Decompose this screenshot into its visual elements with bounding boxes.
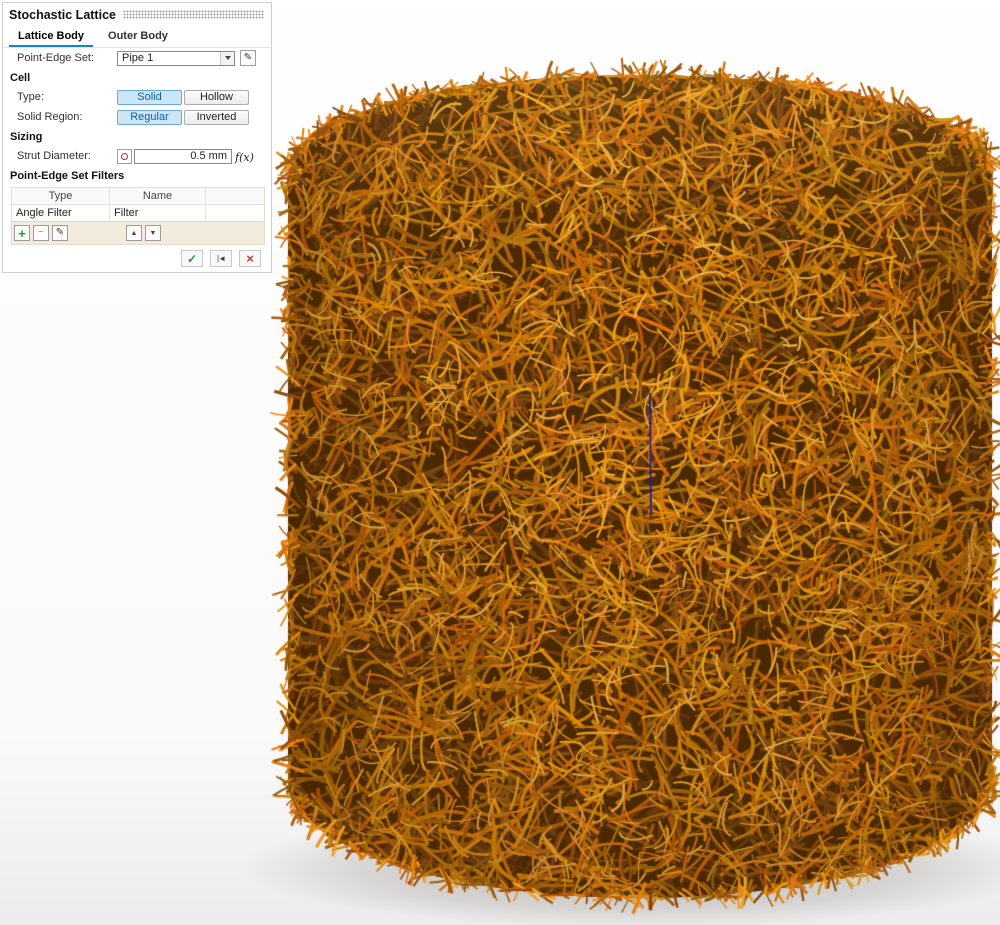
solid-region-toggle: Regular Inverted — [117, 110, 249, 125]
chevron-down-icon[interactable] — [220, 52, 234, 65]
dialog-actions: ✓ |◄ × — [3, 245, 271, 269]
plus-icon: + — [18, 227, 26, 240]
filters-group: Type Name Angle Filter Filter + − — [11, 187, 265, 245]
point-edge-set-label: Point-Edge Set: — [17, 52, 117, 64]
column-header-extra — [206, 188, 264, 204]
strut-diameter-input[interactable] — [134, 149, 232, 164]
filters-table-header: Type Name — [12, 188, 264, 205]
filter-extra-cell — [206, 205, 264, 221]
fx-icon: f(x) — [235, 151, 254, 164]
cell-type-label: Type: — [17, 91, 117, 103]
dialog-drag-handle[interactable] — [123, 10, 264, 19]
column-header-type[interactable]: Type — [12, 188, 110, 204]
point-edge-set-value: Pipe 1 — [118, 52, 220, 64]
cell-type-solid-button[interactable]: Solid — [117, 90, 182, 105]
filter-type-cell: Angle Filter — [12, 205, 110, 221]
cell-type-row: Type: Solid Hollow — [3, 87, 271, 107]
tab-outer-body[interactable]: Outer Body — [99, 28, 177, 47]
reset-button[interactable]: |◄ — [210, 250, 232, 267]
tab-bar: Lattice Body Outer Body — [3, 24, 271, 48]
ok-button[interactable]: ✓ — [181, 250, 203, 267]
table-row[interactable]: Angle Filter Filter — [12, 205, 264, 221]
minus-icon: − — [38, 228, 44, 238]
point-edge-set-combo[interactable]: Pipe 1 — [117, 51, 235, 66]
cell-section-header: Cell — [3, 68, 271, 87]
sizing-section-header: Sizing — [3, 127, 271, 146]
stochastic-lattice-dialog: Stochastic Lattice Lattice Body Outer Bo… — [2, 2, 272, 273]
point-edge-set-row: Point-Edge Set: Pipe 1 ✎ — [3, 48, 271, 68]
solid-region-inverted-button[interactable]: Inverted — [184, 110, 249, 125]
add-filter-button[interactable]: + — [14, 225, 30, 241]
edit-filter-button[interactable]: ✎ — [52, 225, 68, 241]
cancel-icon: × — [246, 251, 254, 266]
cell-type-toggle: Solid Hollow — [117, 90, 249, 105]
arrow-down-icon: ▼ — [150, 230, 157, 237]
strut-diameter-row: Strut Diameter: f(x) — [3, 146, 271, 166]
filters-toolbar: + − ✎ ▲ ▼ — [12, 222, 264, 242]
filters-section-header: Point-Edge Set Filters — [3, 166, 271, 185]
tab-lattice-body[interactable]: Lattice Body — [9, 28, 93, 47]
solid-region-regular-button[interactable]: Regular — [117, 110, 182, 125]
reset-icon: |◄ — [217, 254, 225, 263]
filters-table: Type Name Angle Filter Filter — [12, 188, 264, 222]
formula-button[interactable]: f(x) — [235, 149, 254, 164]
move-up-button[interactable]: ▲ — [126, 225, 142, 241]
cell-type-hollow-button[interactable]: Hollow — [184, 90, 249, 105]
dialog-header: Stochastic Lattice — [3, 3, 271, 24]
strut-diameter-label: Strut Diameter: — [17, 150, 117, 162]
column-header-name[interactable]: Name — [110, 188, 206, 204]
arrow-up-icon: ▲ — [131, 230, 138, 237]
edit-icon: ✎ — [56, 228, 64, 238]
solid-region-row: Solid Region: Regular Inverted — [3, 107, 271, 127]
edit-icon: ✎ — [244, 53, 252, 63]
cancel-button[interactable]: × — [239, 250, 261, 267]
solid-region-label: Solid Region: — [17, 111, 117, 123]
strut-diameter-constraint-button[interactable] — [117, 149, 132, 164]
required-dot-icon — [121, 153, 128, 160]
dialog-title: Stochastic Lattice — [9, 8, 116, 22]
edit-set-button[interactable]: ✎ — [240, 50, 256, 66]
check-icon: ✓ — [187, 252, 197, 266]
move-down-button[interactable]: ▼ — [145, 225, 161, 241]
filter-name-cell: Filter — [110, 205, 206, 221]
remove-filter-button[interactable]: − — [33, 225, 49, 241]
